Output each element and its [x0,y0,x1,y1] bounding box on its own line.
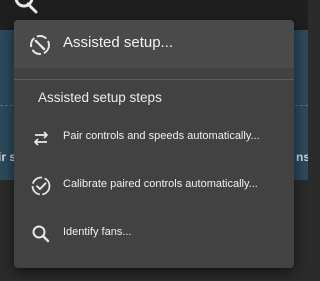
identify-fans-label: Identify fans... [63,226,132,238]
app-window: ir s ns Assisted setup... Assisted setup… [0,0,308,281]
search-icon [32,225,50,243]
calibrate-controls-label: Calibrate paired controls automatically.… [63,178,258,190]
assisted-setup-menu-item[interactable]: Assisted setup... [14,20,294,68]
pair-controls-label: Pair controls and speeds automatically..… [63,130,260,142]
assisted-setup-menu: Assisted setup... Assisted setup steps P… [14,20,294,268]
calibrate-controls-menu-item[interactable]: Calibrate paired controls automatically.… [14,166,294,206]
background-text-right: ns [295,150,308,164]
assisted-setup-label: Assisted setup... [63,34,174,51]
section-title: Assisted setup steps [38,90,162,105]
pair-controls-menu-item[interactable]: Pair controls and speeds automatically..… [14,118,294,158]
wrench-icon[interactable] [10,0,40,14]
menu-divider [14,79,294,80]
identify-fans-menu-item[interactable]: Identify fans... [14,214,294,254]
check-circle-dashed-icon [31,176,51,196]
swap-arrows-icon [34,131,48,146]
setup-wand-icon [30,35,50,55]
